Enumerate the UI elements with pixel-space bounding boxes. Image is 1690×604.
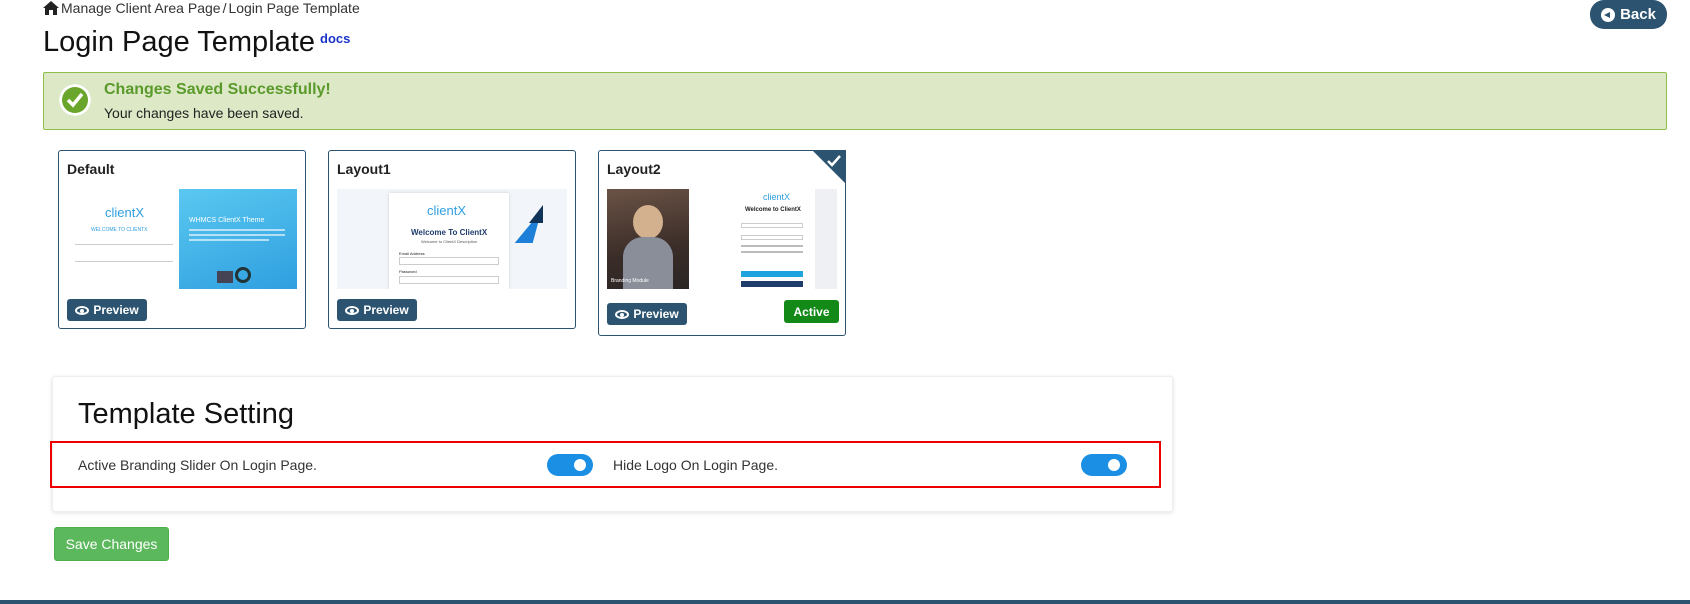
preview-button[interactable]: Preview — [607, 303, 687, 325]
breadcrumb-current: Login Page Template — [228, 0, 360, 16]
template-card-layout2[interactable]: Layout2 Branding Module clientX Welcome … — [598, 150, 846, 336]
thumb-welcome: WELCOME TO CLIENTX — [91, 227, 148, 233]
preview-label: Preview — [93, 303, 139, 317]
template-thumbnail: clientX Welcome To ClientX Welcome to Cl… — [337, 189, 567, 289]
toggle-knob — [574, 459, 586, 471]
eye-icon — [345, 305, 360, 315]
arrow-left-circle-icon — [1601, 7, 1616, 22]
breadcrumb: Manage Client Area Page / Login Page Tem… — [43, 0, 360, 16]
preview-label: Preview — [363, 303, 409, 317]
toggle-branding-slider[interactable] — [547, 454, 593, 476]
breadcrumb-manage-client-area[interactable]: Manage Client Area Page — [61, 0, 221, 16]
thumb-field1: Email Address — [399, 251, 425, 256]
template-card-default[interactable]: Default clientX WELCOME TO CLIENTX WHMCS… — [58, 150, 306, 329]
alert-title: Changes Saved Successfully! — [104, 81, 331, 98]
thumb-brand: clientX — [427, 203, 467, 218]
footer-bar — [0, 600, 1690, 604]
eye-icon — [615, 309, 630, 319]
eye-icon — [75, 305, 90, 315]
template-setting-panel: Template Setting Active Branding Slider … — [50, 376, 1173, 512]
back-button[interactable]: Back — [1590, 0, 1667, 29]
toggle-knob — [1108, 459, 1120, 471]
preview-button[interactable]: Preview — [67, 299, 147, 321]
thumb-heading: Welcome To ClientX — [411, 228, 488, 237]
template-card-layout1[interactable]: Layout1 clientX Welcome To ClientX Welco… — [328, 150, 576, 329]
template-thumbnail: clientX WELCOME TO CLIENTX WHMCS ClientX… — [67, 189, 297, 289]
toggle-hide-logo[interactable] — [1081, 454, 1127, 476]
docs-link[interactable]: docs — [320, 31, 350, 46]
template-name: Layout1 — [337, 161, 391, 177]
thumb-overlay: Branding Module — [611, 278, 649, 284]
thumb-brand: clientX — [105, 205, 145, 220]
preview-label: Preview — [633, 307, 679, 321]
thumb-heading: WHMCS ClientX Theme — [189, 217, 265, 224]
breadcrumb-separator: / — [222, 0, 227, 16]
alert-message: Your changes have been saved. — [104, 105, 304, 121]
preview-button[interactable]: Preview — [337, 299, 417, 321]
thumb-brand: clientX — [763, 192, 791, 202]
home-icon[interactable] — [43, 1, 59, 15]
setting-label-hide-logo: Hide Logo On Login Page. — [613, 457, 779, 473]
thumb-sub: Welcome to ClientX Description — [421, 239, 478, 244]
page-title: Login Page Template — [43, 26, 315, 58]
template-name: Layout2 — [607, 161, 661, 177]
success-alert: Changes Saved Successfully! Your changes… — [43, 72, 1667, 130]
save-changes-button[interactable]: Save Changes — [54, 527, 169, 561]
template-setting-title: Template Setting — [78, 398, 295, 430]
template-name: Default — [67, 161, 115, 177]
active-badge: Active — [784, 300, 839, 323]
back-label: Back — [1620, 6, 1656, 23]
template-thumbnail: Branding Module clientX Welcome to Clien… — [607, 189, 837, 289]
setting-label-branding-slider: Active Branding Slider On Login Page. — [78, 457, 317, 473]
check-icon — [827, 155, 841, 167]
check-circle-icon — [59, 84, 91, 116]
thumb-field2: Password — [399, 269, 417, 274]
thumb-heading: Welcome to ClientX — [745, 207, 801, 213]
